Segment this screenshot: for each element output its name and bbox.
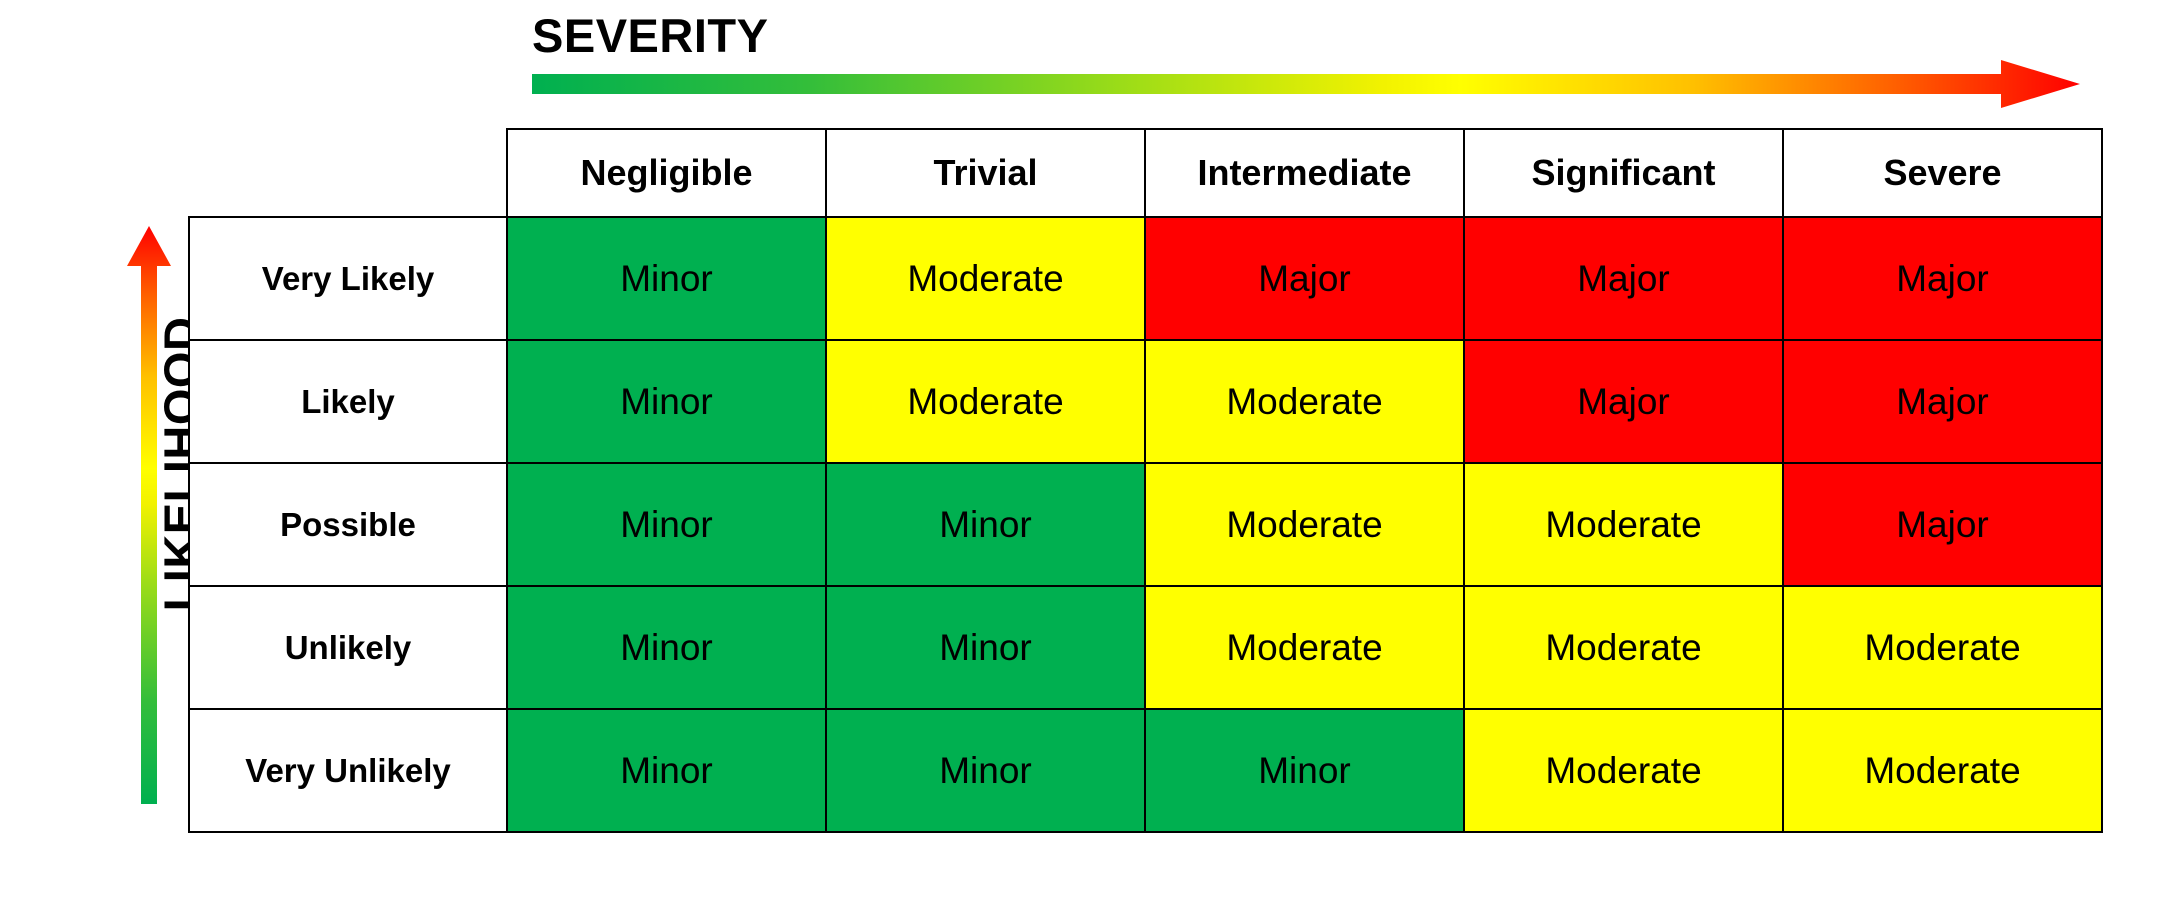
risk-cell: Minor [506,708,827,833]
risk-cell: Moderate [1463,708,1784,833]
risk-cell: Minor [825,708,1146,833]
severity-header-trivial: Trivial [825,128,1146,218]
risk-cell: Major [1463,216,1784,341]
risk-cell: Minor [506,216,827,341]
risk-cell: Major [1782,339,2103,464]
risk-cell: Minor [506,339,827,464]
risk-matrix-table: Negligible Trivial Intermediate Signific… [188,128,2103,833]
risk-cell: Minor [825,462,1146,587]
likelihood-gradient-arrow-icon [127,226,171,804]
likelihood-label-possible: Possible [188,462,508,587]
severity-axis-title: SEVERITY [532,9,769,62]
risk-cell: Moderate [825,339,1146,464]
risk-cell: Major [1144,216,1465,341]
risk-cell: Major [1782,216,2103,341]
risk-cell: Moderate [1144,339,1465,464]
matrix-row: Very Likely Minor Moderate Major Major M… [188,216,2103,341]
matrix-header-row: Negligible Trivial Intermediate Signific… [189,128,2103,218]
risk-cell: Minor [1144,708,1465,833]
likelihood-label-likely: Likely [188,339,508,464]
matrix-row: Possible Minor Minor Moderate Moderate M… [188,462,2103,587]
severity-header-intermediate: Intermediate [1144,128,1465,218]
risk-matrix-figure: SEVERITY LIKELIHOOD Negligible Trivial I… [0,0,2184,902]
risk-cell: Moderate [1782,585,2103,710]
severity-header-significant: Significant [1463,128,1784,218]
risk-cell: Moderate [1144,585,1465,710]
likelihood-label-very-likely: Very Likely [188,216,508,341]
risk-cell: Moderate [1144,462,1465,587]
matrix-corner-cell [189,129,507,217]
risk-cell: Minor [506,585,827,710]
risk-cell: Major [1782,462,2103,587]
risk-cell: Moderate [1463,585,1784,710]
matrix-row: Very Unlikely Minor Minor Minor Moderate… [188,708,2103,833]
risk-cell: Moderate [1782,708,2103,833]
likelihood-label-very-unlikely: Very Unlikely [188,708,508,833]
matrix-row: Unlikely Minor Minor Moderate Moderate M… [188,585,2103,710]
severity-header-negligible: Negligible [506,128,827,218]
risk-cell: Moderate [1463,462,1784,587]
severity-gradient-arrow-icon [532,60,2080,108]
likelihood-label-unlikely: Unlikely [188,585,508,710]
risk-cell: Minor [825,585,1146,710]
severity-header-severe: Severe [1782,128,2103,218]
risk-cell: Major [1463,339,1784,464]
risk-cell: Moderate [825,216,1146,341]
matrix-row: Likely Minor Moderate Moderate Major Maj… [188,339,2103,464]
risk-cell: Minor [506,462,827,587]
